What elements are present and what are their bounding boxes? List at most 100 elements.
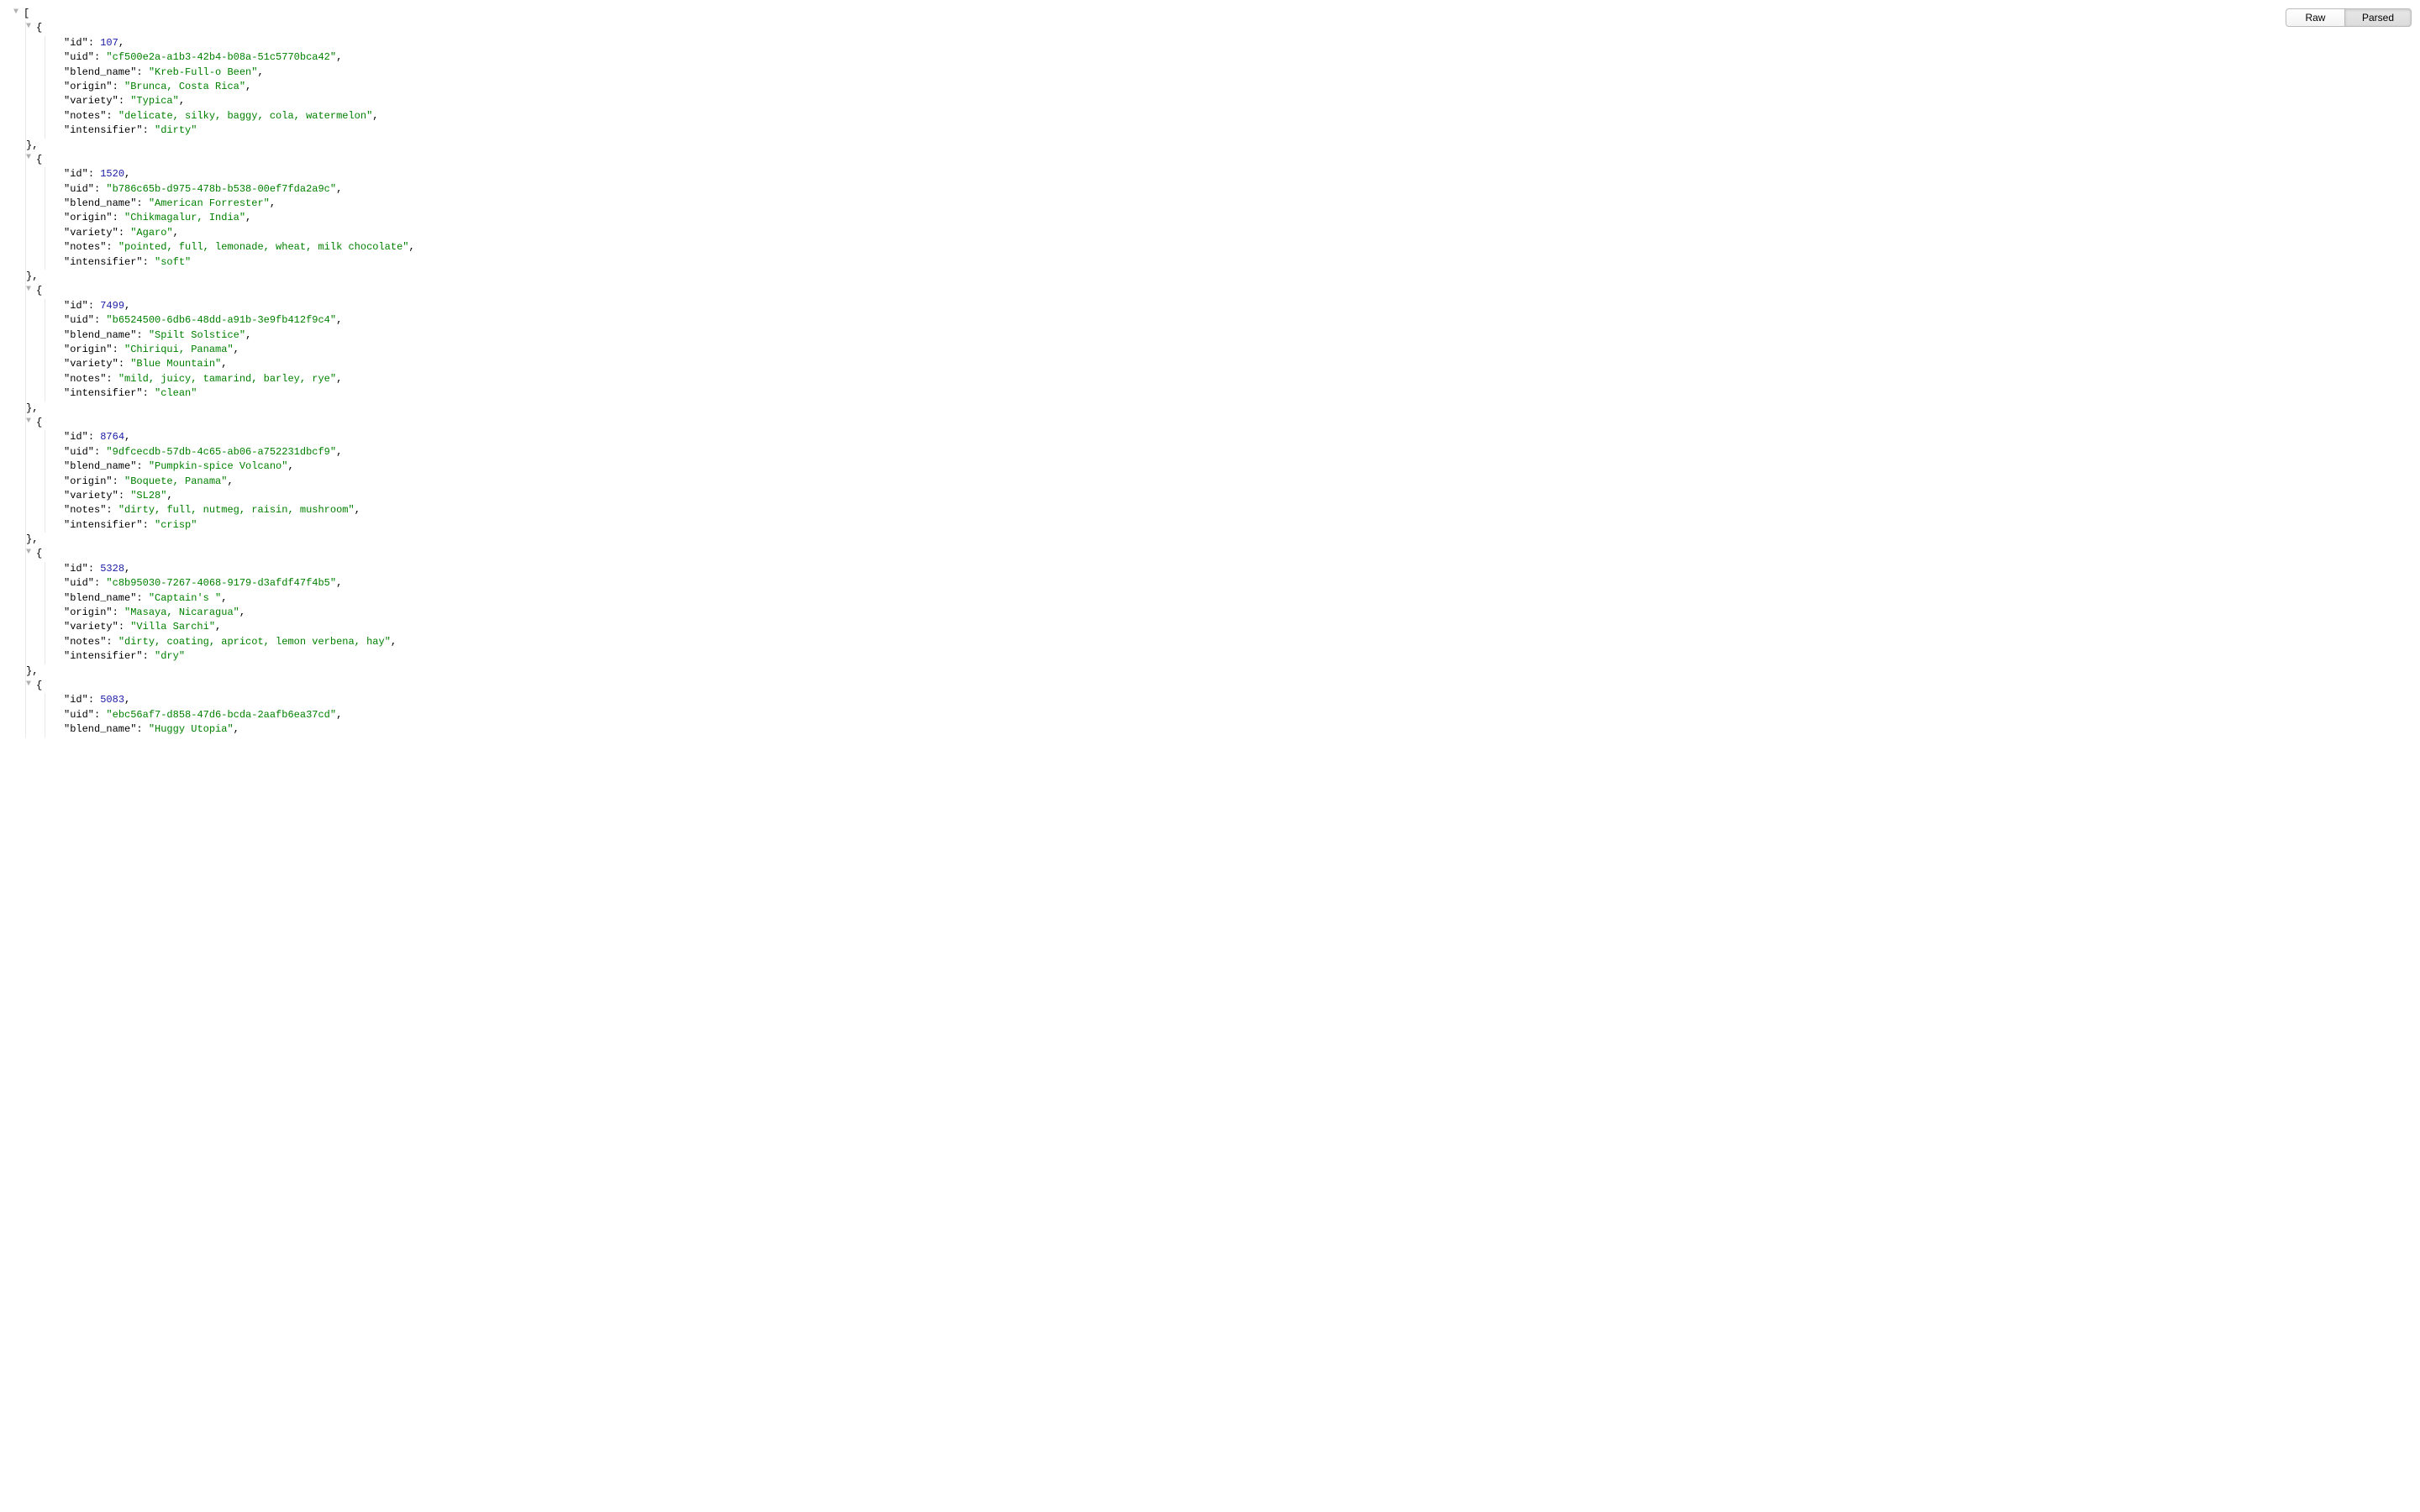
- comma: ,: [179, 95, 185, 107]
- colon: :: [113, 81, 124, 92]
- json-property: "origin": "Boquete, Panama",: [45, 475, 2415, 489]
- json-string-value: dry: [160, 650, 179, 662]
- json-string: "Spilt Solstice": [149, 329, 245, 341]
- colon: :: [94, 709, 106, 721]
- json-property: "blend_name": "Kreb-Full-o Been",: [45, 66, 2415, 80]
- json-key: "uid": [64, 314, 94, 326]
- json-string: "Pumpkin-spice Volcano": [149, 460, 288, 472]
- object-body: "id": 7499,"uid": "b6524500-6db6-48dd-a9…: [45, 299, 2415, 402]
- object-close: },: [26, 533, 2415, 547]
- json-key: "blend_name": [64, 197, 136, 209]
- json-property: "blend_name": "Pumpkin-spice Volcano",: [45, 459, 2415, 474]
- json-string-value: Typica: [136, 95, 172, 107]
- json-key: "id": [64, 431, 88, 443]
- json-key: "intensifier": [64, 650, 143, 662]
- comma: ,: [336, 51, 342, 63]
- brace-open: {: [36, 680, 42, 691]
- json-key: "origin": [64, 606, 113, 618]
- object-close: },: [26, 139, 2415, 153]
- json-key: "origin": [64, 344, 113, 355]
- json-string: "Huggy Utopia": [149, 723, 234, 735]
- json-key: "id": [64, 168, 88, 180]
- json-property: "id": 8764,: [45, 430, 2415, 444]
- colon: :: [94, 183, 106, 195]
- colon: :: [94, 577, 106, 589]
- expand-toggle-icon[interactable]: ▼: [13, 7, 22, 19]
- json-string-value: Spilt Solstice: [155, 329, 239, 341]
- comma: ,: [234, 344, 239, 355]
- json-key: "uid": [64, 709, 94, 721]
- comma: ,: [409, 241, 415, 253]
- json-property: "notes": "dirty, full, nutmeg, raisin, m…: [45, 503, 2415, 517]
- json-property: "uid": "b6524500-6db6-48dd-a91b-3e9fb412…: [45, 313, 2415, 328]
- json-property: "variety": "Typica",: [45, 94, 2415, 108]
- expand-toggle-icon[interactable]: ▼: [26, 21, 34, 34]
- json-key: "variety": [64, 490, 118, 501]
- object-close: },: [26, 664, 2415, 679]
- json-string-value: b6524500-6db6-48dd-a91b-3e9fb412f9c4: [113, 314, 330, 326]
- json-string-value: Masaya, Nicaragua: [130, 606, 233, 618]
- expand-toggle-icon[interactable]: ▼: [26, 152, 34, 165]
- colon: :: [94, 51, 106, 63]
- json-string-value: Blue Mountain: [136, 358, 215, 370]
- brace-open: {: [36, 417, 42, 428]
- comma: ,: [166, 490, 172, 501]
- json-tree: ▼[▼{"id": 107,"uid": "cf500e2a-a1b3-42b4…: [5, 7, 2415, 738]
- json-string-value: pointed, full, lemonade, wheat, milk cho…: [124, 241, 402, 253]
- colon: :: [118, 490, 130, 501]
- json-string-value: Boquete, Panama: [130, 475, 221, 487]
- json-string-value: Brunca, Costa Rica: [130, 81, 239, 92]
- colon: :: [88, 168, 100, 180]
- colon: :: [118, 621, 130, 633]
- json-key: "notes": [64, 504, 106, 516]
- json-string-value: Chikmagalur, India: [130, 212, 239, 223]
- json-property: "uid": "ebc56af7-d858-47d6-bcda-2aafb6ea…: [45, 708, 2415, 722]
- json-key: "intensifier": [64, 124, 143, 136]
- json-property: "variety": "SL28",: [45, 489, 2415, 503]
- json-string: "soft": [155, 256, 191, 268]
- json-string-value: Pumpkin-spice Volcano: [155, 460, 281, 472]
- colon: :: [88, 563, 100, 575]
- object-body: "id": 5083,"uid": "ebc56af7-d858-47d6-bc…: [45, 693, 2415, 737]
- json-property: "uid": "b786c65b-d975-478b-b538-00ef7fda…: [45, 182, 2415, 197]
- json-property: "id": 7499,: [45, 299, 2415, 313]
- json-property: "notes": "pointed, full, lemonade, wheat…: [45, 240, 2415, 255]
- json-key: "origin": [64, 212, 113, 223]
- expand-toggle-icon[interactable]: ▼: [26, 284, 34, 297]
- json-property: "uid": "cf500e2a-a1b3-42b4-b08a-51c5770b…: [45, 50, 2415, 65]
- object-close: },: [26, 270, 2415, 284]
- object-body: "id": 1520,"uid": "b786c65b-d975-478b-b5…: [45, 167, 2415, 270]
- object-open: ▼{: [26, 21, 2415, 35]
- json-key: "id": [64, 563, 88, 575]
- json-string-value: Huggy Utopia: [155, 723, 227, 735]
- comma: ,: [124, 563, 130, 575]
- colon: :: [143, 124, 155, 136]
- comma: ,: [221, 592, 227, 604]
- json-property: "variety": "Villa Sarchi",: [45, 620, 2415, 634]
- view-toggle-toolbar: Raw Parsed: [2286, 8, 2412, 27]
- brace-open: {: [36, 548, 42, 559]
- raw-button[interactable]: Raw: [2286, 8, 2344, 27]
- json-string-value: ebc56af7-d858-47d6-bcda-2aafb6ea37cd: [113, 709, 330, 721]
- json-key: "variety": [64, 227, 118, 239]
- expand-toggle-icon[interactable]: ▼: [26, 416, 34, 428]
- comma: ,: [124, 168, 130, 180]
- json-string: "clean": [155, 387, 197, 399]
- json-string: "ebc56af7-d858-47d6-bcda-2aafb6ea37cd": [106, 709, 336, 721]
- expand-toggle-icon[interactable]: ▼: [26, 547, 34, 559]
- object-open: ▼{: [26, 679, 2415, 693]
- colon: :: [136, 723, 148, 735]
- json-string: "crisp": [155, 519, 197, 531]
- json-string: "Brunca, Costa Rica": [124, 81, 245, 92]
- json-key: "variety": [64, 621, 118, 633]
- json-string: "SL28": [130, 490, 166, 501]
- json-property: "intensifier": "crisp": [45, 518, 2415, 533]
- comma: ,: [245, 212, 251, 223]
- json-property: "blend_name": "Captain's ",: [45, 591, 2415, 606]
- comma: ,: [215, 621, 221, 633]
- array-open: ▼[: [12, 7, 2415, 21]
- expand-toggle-icon[interactable]: ▼: [26, 679, 34, 691]
- json-key: "variety": [64, 358, 118, 370]
- colon: :: [143, 519, 155, 531]
- parsed-button[interactable]: Parsed: [2344, 8, 2412, 27]
